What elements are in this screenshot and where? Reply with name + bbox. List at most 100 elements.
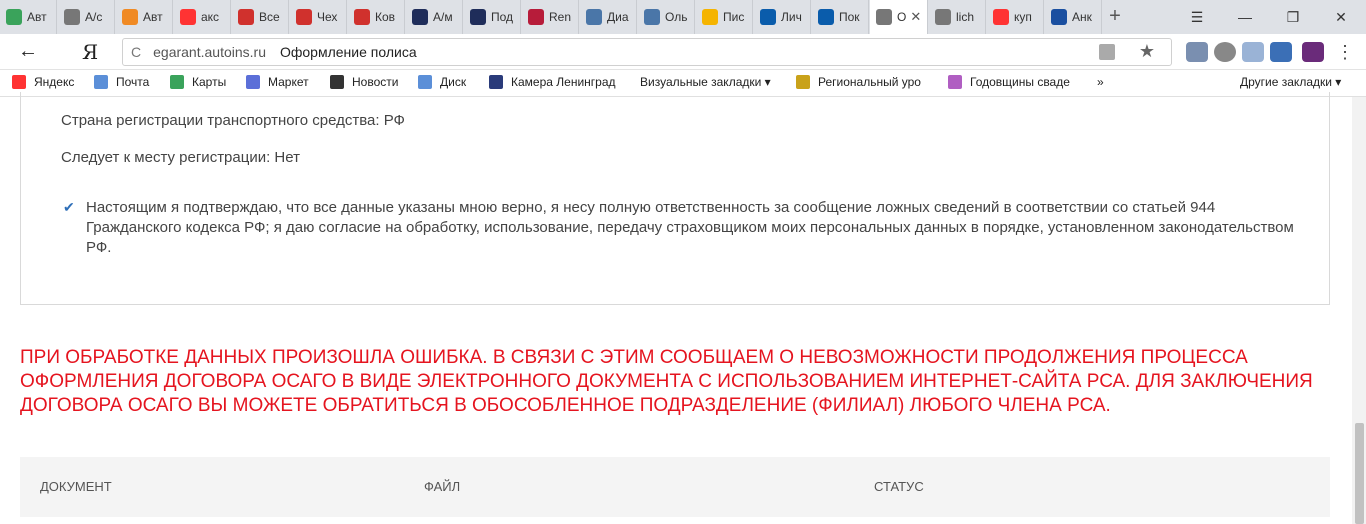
tab-label: А/м: [433, 10, 453, 24]
browser-tab[interactable]: Оль: [638, 0, 695, 34]
new-tab-button[interactable]: +: [1103, 4, 1127, 28]
bookmark-label: Карты: [192, 75, 227, 89]
column-document: ДОКУМЕНТ: [40, 479, 112, 494]
bookmark-favicon-icon: [94, 75, 108, 89]
moon-extension-icon[interactable]: [1214, 42, 1236, 62]
scrollbar-thumb[interactable]: [1355, 423, 1364, 524]
browser-tab[interactable]: Пис: [696, 0, 753, 34]
bookmark-favicon-icon: [418, 75, 432, 89]
tab-label: Лич: [781, 10, 802, 24]
consent-checkbox[interactable]: ✔: [63, 200, 77, 214]
bookmark-label: Яндекс: [34, 75, 75, 89]
bookmark-item[interactable]: Визуальные закладки ▾: [640, 75, 771, 89]
navy-a-icon: [470, 9, 486, 25]
tab-label: Ren: [549, 10, 572, 24]
bookmark-label: Годовщины сваде: [970, 75, 1070, 89]
tab-label: О: [897, 10, 907, 24]
close-window-button[interactable]: ✕: [1318, 0, 1364, 34]
dns-icon: [122, 9, 138, 25]
browser-tab[interactable]: Авт: [116, 0, 173, 34]
page-scrollbar[interactable]: [1352, 97, 1366, 524]
bookmark-label: Маркет: [268, 75, 309, 89]
tab-label: lich: [956, 10, 975, 24]
bookmark-item[interactable]: Яндекс: [12, 75, 74, 89]
bookmark-item[interactable]: Региональный уро: [796, 75, 921, 89]
browser-tab[interactable]: Под: [464, 0, 521, 34]
tab-label: Авт: [27, 10, 47, 24]
yandex-icon: [993, 9, 1009, 25]
bookmark-item[interactable]: Карты: [170, 75, 226, 89]
address-host: egarant.autoins.ru: [153, 44, 266, 60]
loading-icon: [935, 9, 951, 25]
browser-tab[interactable]: Ков: [348, 0, 405, 34]
browser-tab[interactable]: куп: [987, 0, 1044, 34]
bookmark-favicon-icon: [246, 75, 260, 89]
bookmark-label: Новости: [352, 75, 399, 89]
address-bar[interactable]: C egarant.autoins.ru Оформление полиса ★: [122, 38, 1172, 66]
more-bookmarks-button[interactable]: »: [1097, 75, 1104, 89]
browser-tab[interactable]: Ren: [522, 0, 579, 34]
browser-menu-button[interactable]: ☰: [1174, 0, 1220, 34]
yandex-button[interactable]: Я: [82, 40, 98, 64]
d-icon: [528, 9, 544, 25]
tab-label: Пис: [723, 10, 745, 24]
browser-tab[interactable]: Авт: [0, 0, 57, 34]
tab-label: Оль: [665, 10, 688, 24]
archive-extension-icon[interactable]: [1302, 42, 1324, 62]
cloud-blue-extension-icon[interactable]: [1270, 42, 1292, 62]
tab-label: Диа: [607, 10, 629, 24]
browser-tab[interactable]: Чех: [290, 0, 347, 34]
browser-tab[interactable]: А/м: [406, 0, 463, 34]
browser-tab[interactable]: Диа: [580, 0, 637, 34]
bookmark-favicon-icon: [12, 75, 26, 89]
tab-label: Анк: [1072, 10, 1092, 24]
blue-i-icon: [1051, 9, 1067, 25]
browser-tab[interactable]: lich: [929, 0, 986, 34]
other-bookmarks-button[interactable]: Другие закладки ▾: [1240, 75, 1341, 89]
bookmark-item[interactable]: Диск: [418, 75, 466, 89]
restore-button[interactable]: ❐: [1270, 0, 1316, 34]
column-file: ФАЙЛ: [424, 479, 461, 494]
follows-registration-text: Следует к месту регистрации: Нет: [61, 149, 300, 166]
red-logo-icon: [354, 9, 370, 25]
tab-label: акс: [201, 10, 220, 24]
red-logo-icon: [296, 9, 312, 25]
policy-summary-card: Страна регистрации транспортного средств…: [20, 92, 1330, 305]
bookmark-star-icon[interactable]: ★: [1139, 41, 1155, 62]
cloud-extension-icon[interactable]: [1242, 42, 1264, 62]
browser-tab[interactable]: Лич: [754, 0, 811, 34]
page-icon: [64, 9, 80, 25]
mail-extension-icon[interactable]: [1186, 42, 1208, 62]
bookmark-item[interactable]: Годовщины сваде: [948, 75, 1070, 89]
address-page-title: Оформление полиса: [279, 44, 417, 60]
lock-icon[interactable]: [1099, 44, 1115, 60]
bookmark-item[interactable]: Новости: [330, 75, 398, 89]
browser-tab[interactable]: Все: [232, 0, 289, 34]
bookmark-favicon-icon: [948, 75, 962, 89]
bookmark-favicon-icon: [170, 75, 184, 89]
bookmark-item[interactable]: Почта: [94, 75, 149, 89]
vk-icon: [644, 9, 660, 25]
consent-text: Настоящим я подтверждаю, что все данные …: [86, 199, 1294, 256]
error-message: ПРИ ОБРАБОТКЕ ДАННЫХ ПРОИЗОШЛА ОШИБКА. В…: [20, 347, 1313, 416]
bookmark-favicon-icon: [330, 75, 344, 89]
minimize-button[interactable]: —: [1222, 0, 1268, 34]
tab-label: Чех: [317, 10, 338, 24]
browser-tab[interactable]: Пок: [812, 0, 869, 34]
browser-tab[interactable]: А/с: [58, 0, 115, 34]
bookmark-item[interactable]: Камера Ленинград: [489, 75, 616, 89]
tab-label: Пок: [839, 10, 860, 24]
close-tab-icon[interactable]: ✕: [910, 9, 921, 25]
browser-tab[interactable]: акс: [174, 0, 231, 34]
bookmark-item[interactable]: Маркет: [246, 75, 309, 89]
menu-dots-icon[interactable]: ⋮: [1334, 42, 1356, 62]
tab-label: Все: [259, 10, 280, 24]
page-content: Страна регистрации транспортного средств…: [0, 92, 1366, 524]
bookmark-label: Визуальные закладки ▾: [640, 75, 771, 89]
reload-icon[interactable]: C: [131, 44, 141, 60]
tab-strip: Авт А/с Авт акс Все Чех Ков А/м Под Ren Диа Оль Пис Л…: [0, 0, 1366, 34]
browser-tab[interactable]: Анк: [1045, 0, 1102, 34]
browser-tab[interactable]: О ✕: [870, 0, 928, 34]
back-arrow-icon[interactable]: ←: [18, 40, 38, 63]
tab-label: куп: [1014, 10, 1032, 24]
